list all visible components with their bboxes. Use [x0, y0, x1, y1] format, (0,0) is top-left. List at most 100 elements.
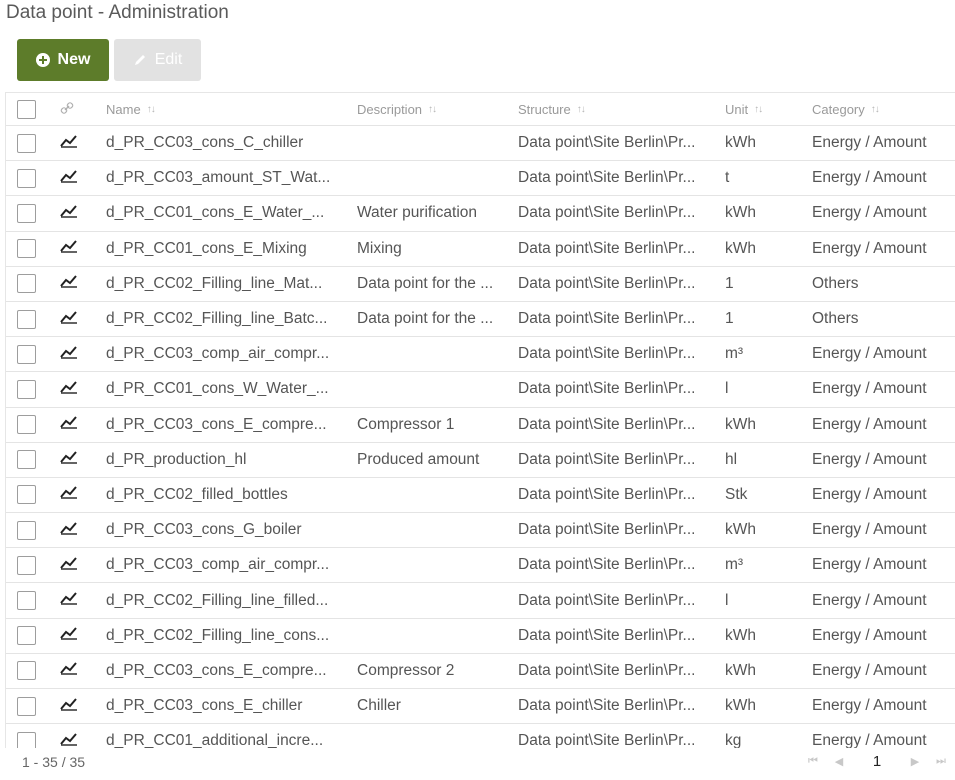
table-row[interactable]: d_PR_CC02_Filling_line_cons... Data poin… [6, 619, 955, 654]
cell-category: Energy / Amount [812, 521, 927, 539]
row-checkbox[interactable] [17, 274, 36, 294]
sort-arrows-icon[interactable]: ↑↓ [754, 104, 763, 115]
column-header-structure-label: Structure [518, 101, 571, 117]
column-header-unit-label: Unit [725, 101, 749, 117]
line-chart-icon[interactable] [60, 169, 78, 188]
table-row[interactable]: d_PR_CC03_comp_air_compr... Data point\S… [6, 548, 955, 584]
row-checkbox[interactable] [17, 133, 36, 153]
select-all-checkbox[interactable] [17, 99, 36, 119]
cell-description [357, 724, 507, 748]
line-chart-icon[interactable] [60, 380, 78, 399]
line-chart-icon[interactable] [60, 239, 78, 258]
line-chart-icon[interactable] [60, 661, 78, 680]
column-header-structure[interactable]: Structure ↑↓ [518, 93, 713, 125]
line-chart-icon[interactable] [60, 415, 78, 434]
first-page-icon[interactable]: ⏮ [805, 755, 821, 768]
row-checkbox[interactable] [17, 661, 36, 681]
line-chart-icon[interactable] [60, 345, 78, 364]
last-page-icon[interactable]: ⏭ [933, 755, 949, 768]
row-checkbox[interactable] [17, 696, 36, 716]
line-chart-icon[interactable] [60, 697, 78, 716]
column-header-name[interactable]: Name ↑↓ [106, 93, 346, 125]
cell-unit: m³ [725, 345, 744, 363]
row-checkbox[interactable] [17, 485, 36, 505]
line-chart-icon[interactable] [60, 556, 78, 575]
table-row[interactable]: d_PR_CC01_cons_E_Water_... Water purific… [6, 196, 955, 232]
row-chart-cell [60, 689, 80, 723]
row-checkbox[interactable] [17, 168, 36, 188]
cell-unit: kWh [725, 661, 756, 679]
cell-unit: 1 [725, 310, 734, 328]
row-chart-cell [60, 232, 80, 266]
line-chart-icon[interactable] [60, 626, 78, 645]
table-row[interactable]: d_PR_CC03_amount_ST_Wat... Data point\Si… [6, 161, 955, 197]
row-select-cell [17, 337, 37, 371]
table-row[interactable]: d_PR_CC03_cons_E_compre... Compressor 1 … [6, 408, 955, 443]
line-chart-icon[interactable] [60, 485, 78, 504]
column-header-category[interactable]: Category ↑↓ [812, 93, 955, 125]
row-checkbox[interactable] [17, 626, 36, 646]
sort-arrows-icon[interactable]: ↑↓ [871, 104, 880, 115]
page-title: Data point - Administration [6, 2, 229, 23]
row-checkbox[interactable] [17, 520, 36, 540]
row-checkbox[interactable] [17, 450, 36, 470]
cell-unit: kWh [725, 521, 756, 539]
sort-arrows-icon[interactable]: ↑↓ [428, 104, 437, 115]
new-button[interactable]: New [17, 39, 109, 81]
line-chart-icon[interactable] [60, 310, 78, 329]
sort-arrows-icon[interactable]: ↑↓ [577, 104, 586, 115]
line-chart-icon[interactable] [60, 732, 78, 748]
edit-button[interactable]: Edit [114, 39, 201, 81]
table-row[interactable]: d_PR_CC02_Filling_line_Mat... Data point… [6, 267, 955, 302]
next-page-icon[interactable]: ▶ [907, 755, 923, 768]
cell-category: Energy / Amount [812, 239, 927, 257]
table-row[interactable]: d_PR_CC03_cons_G_boiler Data point\Site … [6, 513, 955, 549]
pencil-icon [133, 53, 147, 67]
table-row[interactable]: d_PR_CC01_additional_incre... Data point… [6, 724, 955, 748]
row-select-cell [17, 196, 37, 230]
row-checkbox[interactable] [17, 239, 36, 259]
line-chart-icon[interactable] [60, 274, 78, 293]
row-checkbox[interactable] [17, 379, 36, 399]
row-select-cell [17, 161, 37, 195]
cell-structure: Data point\Site Berlin\Pr... [518, 169, 696, 187]
line-chart-icon[interactable] [60, 591, 78, 610]
line-chart-icon[interactable] [60, 204, 78, 223]
table-row[interactable]: d_PR_CC02_filled_bottles Data point\Site… [6, 478, 955, 514]
table-row[interactable]: d_PR_CC03_cons_E_compre... Compressor 2 … [6, 654, 955, 689]
cell-structure: Data point\Site Berlin\Pr... [518, 204, 696, 222]
row-checkbox[interactable] [17, 344, 36, 364]
line-chart-icon[interactable] [60, 450, 78, 469]
prev-page-icon[interactable]: ◀ [831, 755, 847, 768]
cell-description: Produced amount [357, 450, 480, 468]
cell-category: Others [812, 310, 859, 328]
row-checkbox[interactable] [17, 415, 36, 435]
cell-category: Energy / Amount [812, 169, 927, 187]
cell-unit: hl [725, 450, 738, 468]
row-checkbox[interactable] [17, 309, 36, 329]
table-row[interactable]: d_PR_CC03_cons_C_chiller Data point\Site… [6, 126, 955, 162]
table-row[interactable]: d_PR_CC03_comp_air_compr... Data point\S… [6, 337, 955, 373]
table-row[interactable]: d_PR_CC03_cons_E_chiller Chiller Data po… [6, 689, 955, 725]
row-checkbox[interactable] [17, 555, 36, 575]
cell-structure: Data point\Site Berlin\Pr... [518, 450, 696, 468]
table-row[interactable]: d_PR_CC01_cons_E_Mixing Mixing Data poin… [6, 232, 955, 267]
column-header-unit[interactable]: Unit ↑↓ [725, 93, 800, 125]
line-chart-icon[interactable] [60, 521, 78, 540]
row-checkbox[interactable] [17, 731, 36, 748]
column-header-description[interactable]: Description ↑↓ [357, 93, 507, 125]
row-checkbox[interactable] [17, 591, 36, 611]
table-row[interactable]: d_PR_production_hl Produced amount Data … [6, 443, 955, 478]
cell-name: d_PR_CC02_filled_bottles [106, 485, 288, 503]
sort-arrows-icon[interactable]: ↑↓ [147, 104, 156, 115]
table-row[interactable]: d_PR_CC02_Filling_line_Batc... Data poin… [6, 302, 955, 338]
cell-description: Mixing [357, 239, 402, 257]
line-chart-icon[interactable] [60, 134, 78, 153]
table-row[interactable]: d_PR_CC02_Filling_line_filled... Data po… [6, 583, 955, 619]
cell-description [357, 372, 507, 406]
table-row[interactable]: d_PR_CC01_cons_W_Water_... Data point\Si… [6, 372, 955, 408]
current-page[interactable]: 1 [857, 753, 897, 770]
row-checkbox[interactable] [17, 203, 36, 223]
row-chart-cell [60, 302, 80, 336]
header-select-all [17, 93, 37, 125]
